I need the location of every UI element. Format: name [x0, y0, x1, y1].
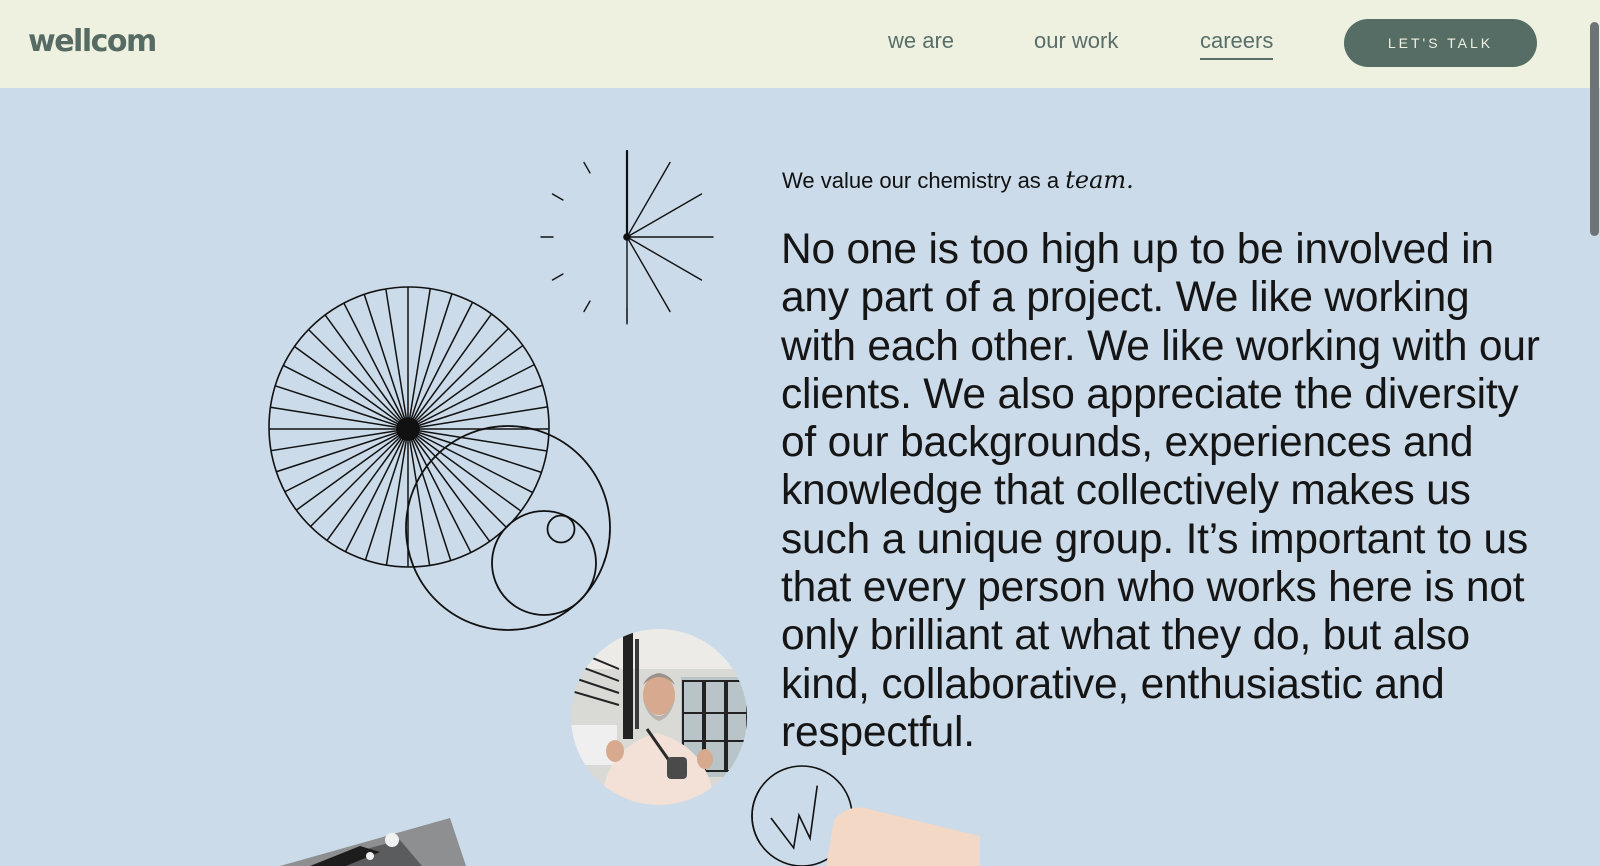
nav-we-are[interactable]: we are	[888, 28, 954, 54]
clock-burst-graphic	[540, 149, 714, 325]
scrollbar-thumb[interactable]	[1590, 22, 1599, 236]
eyebrow-emphasis: team.	[1065, 166, 1134, 194]
section-eyebrow: We value our chemistry as a team.	[782, 166, 1134, 194]
partial-photo-bottom	[280, 818, 466, 866]
overlapping-circle-medium	[491, 510, 597, 616]
wellcom-logo[interactable]: wellcom	[28, 24, 157, 59]
nav-careers[interactable]: careers	[1200, 28, 1274, 60]
team-member-photo	[571, 629, 747, 805]
culture-paragraph: No one is too high up to be involved in …	[781, 226, 1540, 756]
lets-talk-button[interactable]: LET'S TALK	[1344, 19, 1537, 67]
site-header: wellcom we are our work careers LET'S TA…	[0, 0, 1600, 88]
page-scrollbar[interactable]	[1588, 0, 1600, 866]
eyebrow-text: We value our chemistry as a	[782, 168, 1066, 193]
w-monogram-letter-icon[interactable]	[740, 760, 980, 866]
spoked-circle-graphic	[268, 286, 550, 568]
nav-our-work[interactable]: our work	[1034, 28, 1118, 54]
overlapping-circle-small	[546, 514, 576, 544]
